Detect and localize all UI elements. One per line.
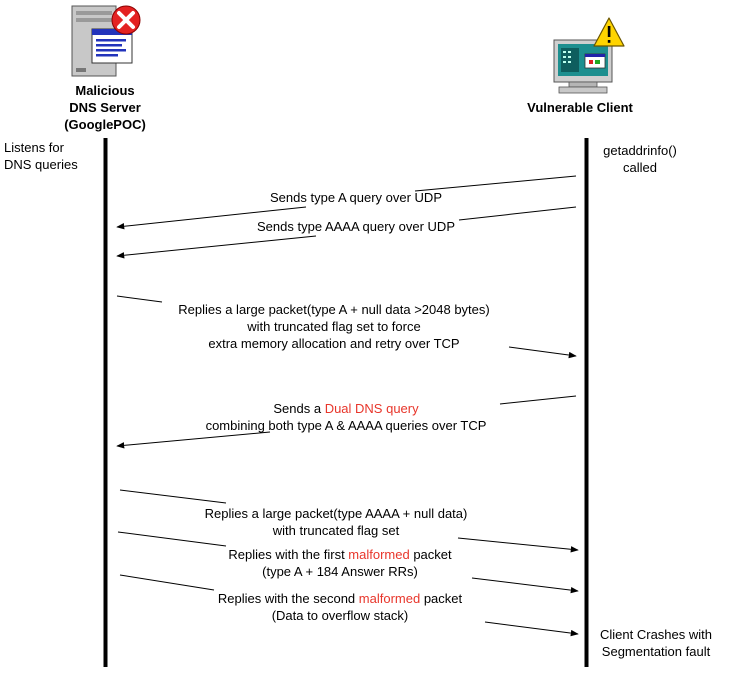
server-name-line: (GooglePOC) [64, 117, 146, 132]
message-label-line: (type A + 184 Answer RRs) [150, 563, 530, 580]
message-label-line: with truncated flag set [146, 522, 526, 539]
message-label: Replies a large packet(type AAAA + null … [146, 505, 526, 539]
sequence-diagram: Malicious DNS Server (GooglePOC) Vulnera… [0, 0, 749, 678]
client-computer-icon [553, 39, 613, 94]
message-text: extra memory allocation and retry over T… [208, 336, 460, 351]
message-arrow-5-tail-segment [119, 489, 227, 504]
message-text: Replies with the first [228, 547, 349, 562]
server-name-line: DNS Server [69, 100, 141, 115]
message-label: Sends a Dual DNS query combining both typ… [156, 400, 536, 434]
message-label-line: Sends type AAAA query over UDP [176, 218, 536, 235]
message-label: Sends type AAAA query over UDP [176, 218, 536, 235]
message-text: Replies with the second [217, 591, 359, 606]
message-label: Replies with the second malformed packet… [150, 590, 530, 624]
message-text: Replies a large packet(type A + null dat… [178, 302, 490, 317]
server-listen-note: Listens for DNS queries [4, 139, 78, 173]
message-arrow-4-head-segment [116, 431, 271, 449]
message-arrow-2-head-segment [116, 235, 317, 259]
note-line: Client Crashes with [600, 627, 712, 642]
error-x-icon [111, 5, 141, 35]
message-label: Replies with the first malformed packet(… [150, 546, 530, 580]
server-actor-label: Malicious DNS Server (GooglePOC) [40, 82, 170, 133]
note-line: Listens for [4, 140, 64, 155]
message-label: Replies a large packet(type A + null dat… [134, 301, 534, 352]
message-text: Sends type A query over UDP [270, 190, 442, 205]
message-label-line: with truncated flag set to force [134, 318, 534, 335]
message-text: Sends a [273, 401, 325, 416]
highlighted-term: malformed [358, 591, 421, 606]
message-label: Sends type A query over UDP [186, 189, 526, 206]
message-label-line: Replies a large packet(type AAAA + null … [146, 505, 526, 522]
note-line: Segmentation fault [601, 644, 711, 659]
message-text: (type A + 184 Answer RRs) [262, 564, 418, 579]
highlighted-term: malformed [348, 547, 410, 562]
message-label-line: combining both type A & AAAA queries ove… [156, 417, 536, 434]
client-actor-label: Vulnerable Client [527, 100, 633, 115]
message-text: with truncated flag set [272, 523, 400, 538]
message-text: packet [420, 591, 463, 606]
message-text: combining both type A & AAAA queries ove… [205, 418, 487, 433]
message-text: (Data to overflow stack) [271, 608, 409, 623]
message-label-line: Replies a large packet(type A + null dat… [134, 301, 534, 318]
message-label-line: (Data to overflow stack) [150, 607, 530, 624]
note-line: DNS queries [4, 157, 78, 172]
client-crash-note: Client Crashes with Segmentation fault [594, 626, 718, 660]
highlighted-term: Dual DNS query [324, 401, 419, 416]
message-label-line: Replies with the second malformed packet [150, 590, 530, 607]
message-text: with truncated flag set to force [247, 319, 421, 334]
message-label-line: Sends type A query over UDP [186, 189, 526, 206]
message-label-line: extra memory allocation and retry over T… [134, 335, 534, 352]
message-label-line: Sends a Dual DNS query [156, 400, 536, 417]
server-name-line: Malicious [75, 83, 135, 98]
message-text: Replies a large packet(type AAAA + null … [204, 506, 468, 521]
message-text: Sends type AAAA query over UDP [257, 219, 455, 234]
message-label-line: Replies with the first malformed packet [150, 546, 530, 563]
client-call-note: getaddrinfo() called [590, 142, 690, 176]
warning-triangle-icon [593, 17, 625, 47]
note-line: getaddrinfo() [603, 143, 677, 158]
note-line: called [623, 160, 657, 175]
message-text: packet [409, 547, 452, 562]
